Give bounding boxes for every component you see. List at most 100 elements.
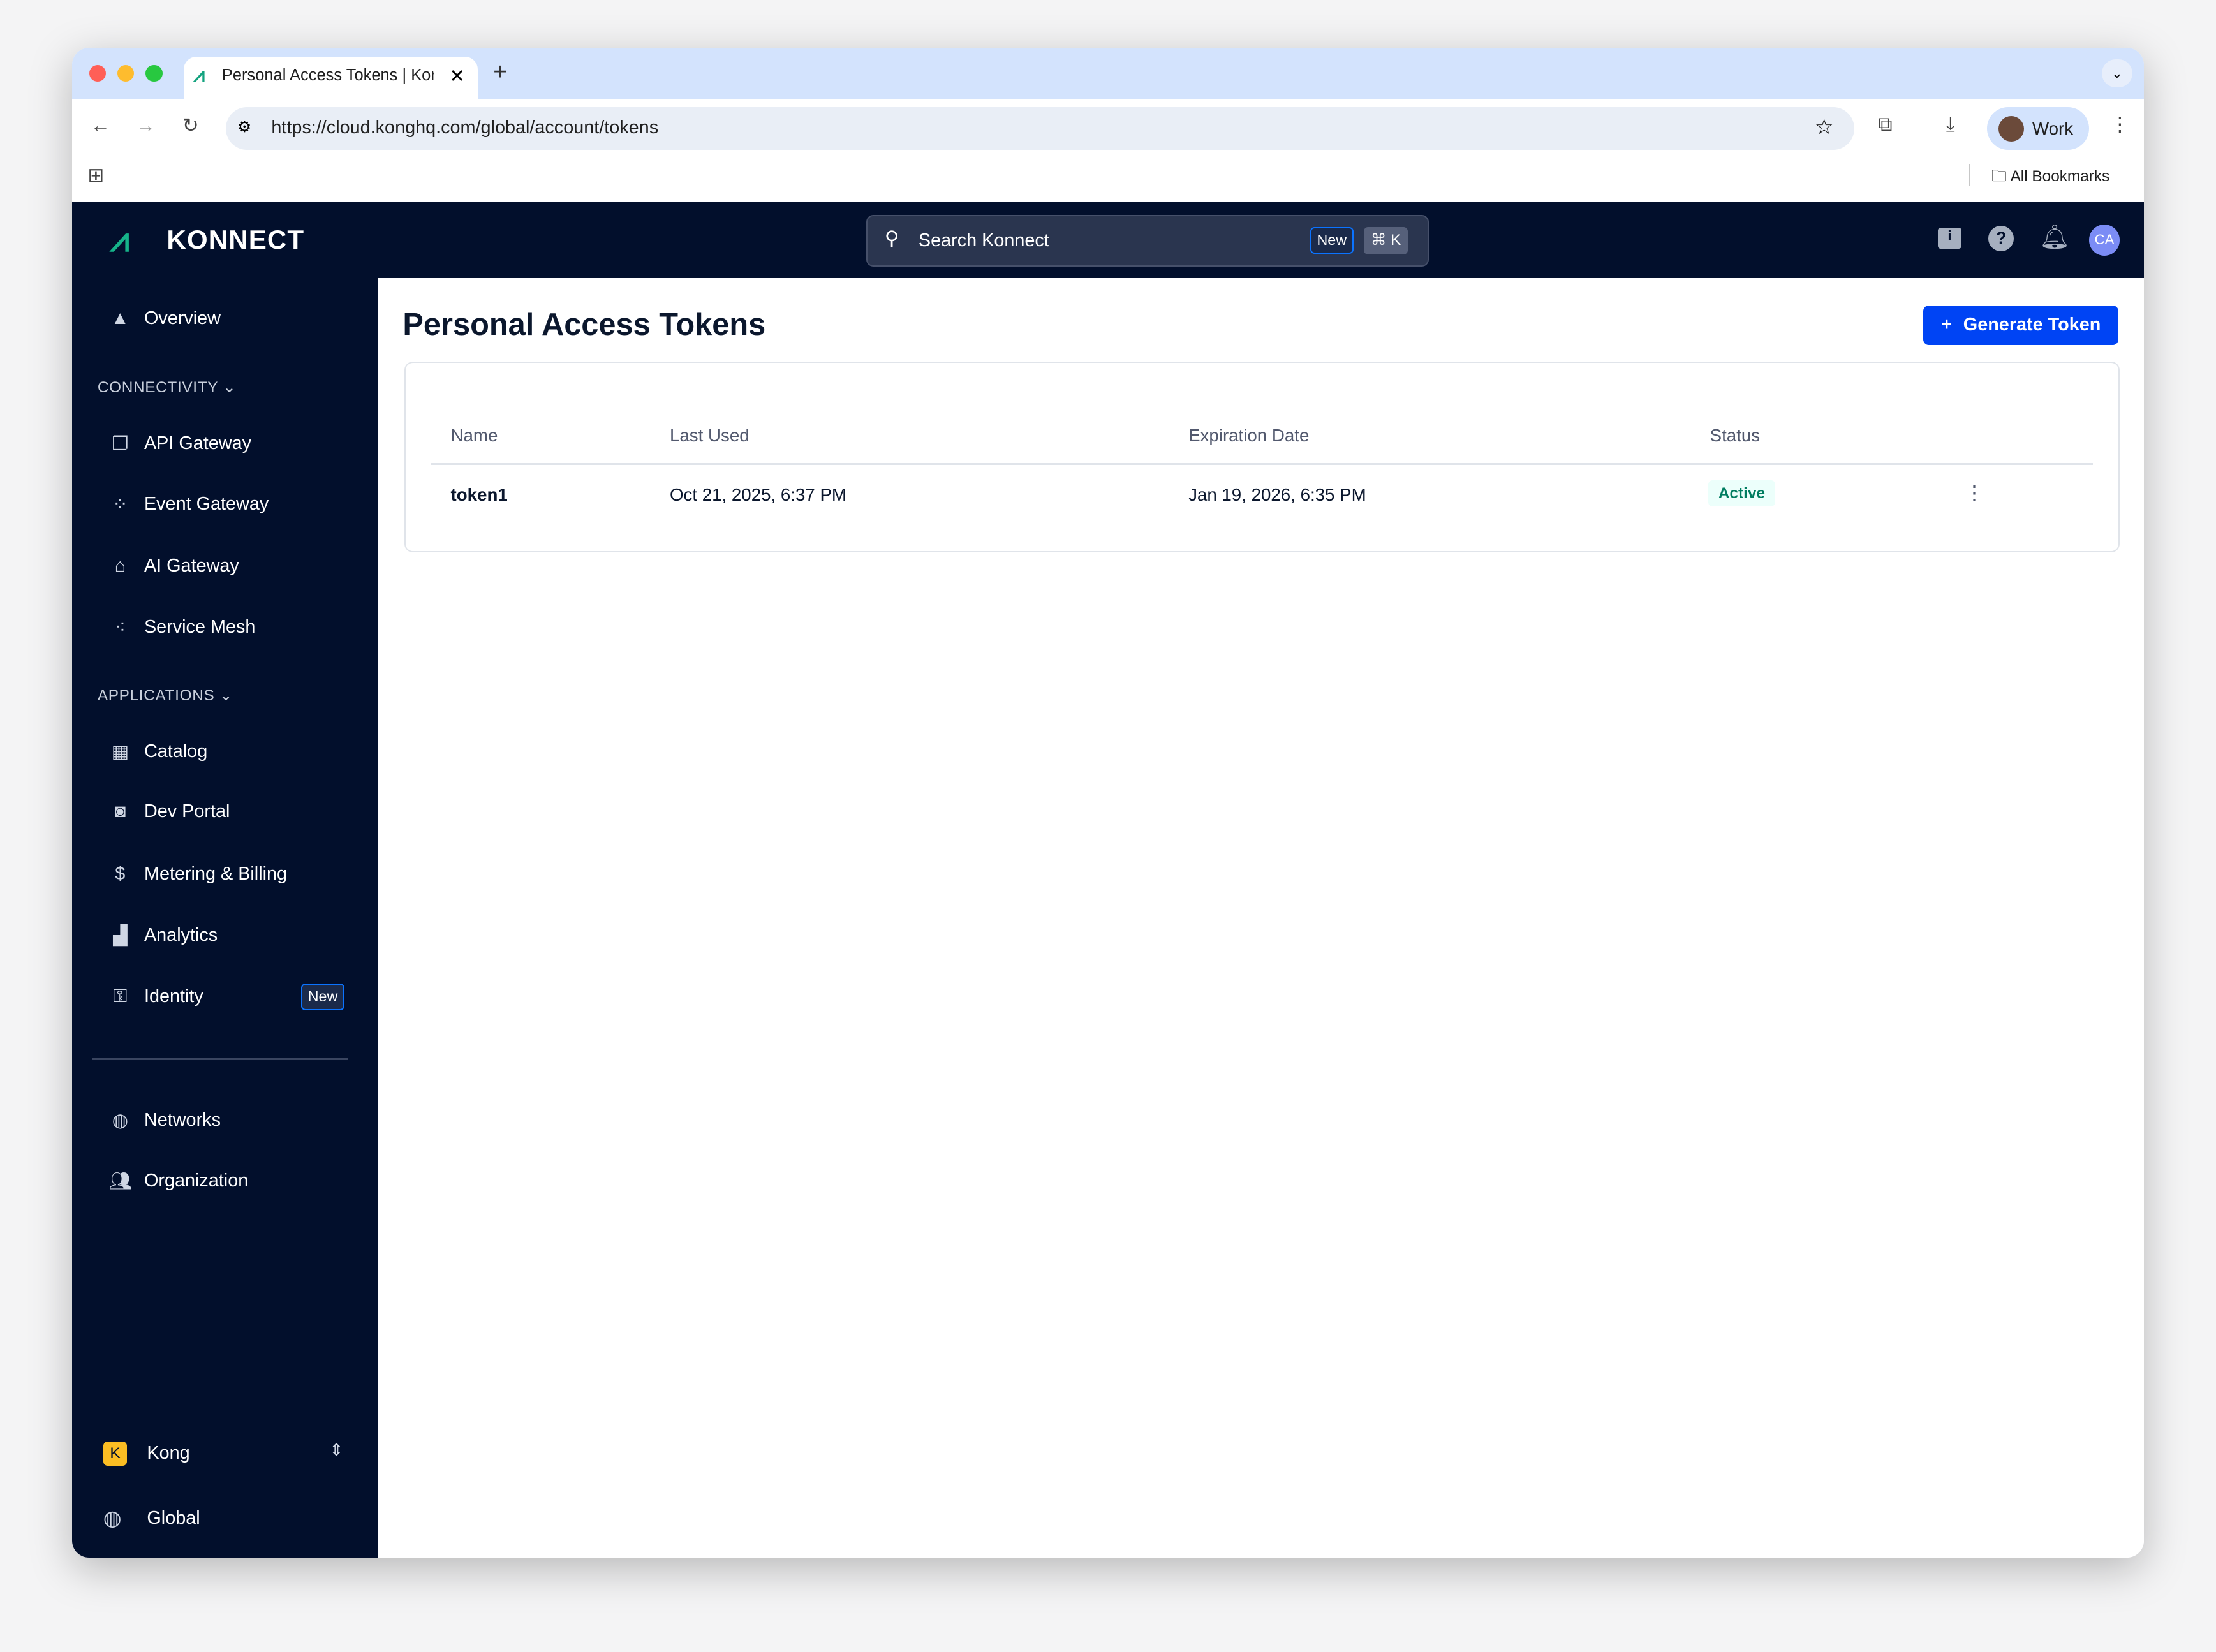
- section-label: APPLICATIONS: [97, 686, 215, 704]
- tab-bar: ⩘ Personal Access Tokens | Kon ✕ + ⌄: [71, 48, 2145, 100]
- sidebar-item-label: API Gateway: [144, 432, 252, 454]
- identity-new-badge: New: [300, 984, 345, 1010]
- site-settings-icon[interactable]: ⚙: [237, 117, 251, 136]
- plus-icon: +: [1941, 314, 1953, 336]
- sidebar-item-service-mesh[interactable]: ⁖ Service Mesh: [109, 616, 256, 638]
- browser-tab[interactable]: ⩘ Personal Access Tokens | Kon ✕: [184, 56, 478, 100]
- generate-token-button[interactable]: + Generate Token: [1923, 305, 2119, 345]
- konnect-logo[interactable]: KONNECT: [166, 225, 304, 255]
- chevron-down-icon: ⌄: [219, 686, 233, 704]
- address-bar[interactable]: ⚙ https://cloud.konghq.com/global/accoun…: [226, 107, 1854, 150]
- dollar-icon: $: [115, 863, 126, 884]
- sidebar-item-event-gateway[interactable]: ⁘ Event Gateway: [109, 493, 269, 515]
- column-header-last-used: Last Used: [669, 425, 750, 445]
- browser-toolbar: ← → ↻ ⚙ https://cloud.konghq.com/global/…: [71, 99, 2145, 153]
- mesh-icon: ⁖: [114, 617, 126, 638]
- sidebar-divider: [92, 1058, 348, 1060]
- sidebar-item-label: AI Gateway: [144, 555, 239, 576]
- token-last-used: Oct 21, 2025, 6:37 PM: [669, 484, 846, 505]
- users-icon: 👥︎: [108, 1170, 133, 1191]
- sidebar-item-ai-gateway[interactable]: ⌂ AI Gateway: [109, 556, 239, 577]
- sidebar-item-label: Identity: [144, 986, 203, 1007]
- back-icon[interactable]: ←: [91, 114, 110, 137]
- sidebar-item-overview[interactable]: ▲ Overview: [109, 308, 221, 329]
- minimize-window-button[interactable]: [117, 64, 135, 82]
- bookmark-star-icon[interactable]: ☆: [1815, 114, 1834, 140]
- token-name: token1: [450, 484, 508, 505]
- sidebar-item-label: Dev Portal: [144, 801, 230, 822]
- robot-icon: ⌂: [114, 555, 126, 576]
- sidebar-item-metering-billing[interactable]: $ Metering & Billing: [109, 864, 287, 885]
- sidebar-item-label: Overview: [144, 307, 221, 328]
- bell-icon[interactable]: 🔔︎: [2039, 223, 2070, 251]
- bar-chart-icon: ▟: [113, 925, 128, 946]
- close-tab-icon[interactable]: ✕: [450, 65, 465, 87]
- key-icon: ⚿: [113, 986, 128, 1007]
- profile-avatar: [1998, 115, 2024, 142]
- status-badge: Active: [1708, 480, 1775, 507]
- org-icon: K: [103, 1441, 128, 1466]
- section-label: CONNECTIVITY: [97, 378, 218, 396]
- kebab-menu-icon[interactable]: ⋮: [1964, 482, 1984, 505]
- folder-icon: 🗀: [1991, 168, 2011, 186]
- column-header-name: Name: [450, 425, 498, 445]
- sidebar-item-label: Metering & Billing: [144, 863, 288, 884]
- close-window-button[interactable]: [89, 64, 107, 82]
- applications-section-toggle[interactable]: APPLICATIONS ⌄: [98, 686, 233, 705]
- apps-grid-icon[interactable]: ⊞: [87, 164, 104, 187]
- sidebar-item-label: Networks: [144, 1110, 221, 1131]
- tokens-table: Name Last Used Expiration Date Status to…: [404, 362, 2120, 552]
- download-icon[interactable]: ⤓: [1946, 113, 1955, 136]
- column-header-expiration: Expiration Date: [1188, 425, 1310, 445]
- maximize-window-button[interactable]: [145, 64, 163, 82]
- extensions-icon[interactable]: ⧉: [1879, 113, 1893, 136]
- region-switcher[interactable]: ◍ Global: [100, 1505, 348, 1533]
- sidebar-item-catalog[interactable]: ▦ Catalog: [109, 741, 208, 763]
- sidebar-item-label: Service Mesh: [144, 616, 256, 637]
- search-input[interactable]: ⚲ Search Konnect New ⌘ K: [866, 214, 1429, 267]
- konnect-logo-icon: ⩘: [110, 221, 129, 259]
- all-bookmarks[interactable]: 🗀 All Bookmarks: [1991, 165, 2109, 191]
- user-avatar[interactable]: CA: [2088, 225, 2120, 256]
- button-label: Generate Token: [1963, 314, 2101, 336]
- table-row[interactable]: token1 Oct 21, 2025, 6:37 PM Jan 19, 202…: [406, 465, 2118, 527]
- dev-portal-icon: ◙: [114, 801, 126, 822]
- bookmarks-bar: ⊞ 🗀 All Bookmarks: [71, 152, 2145, 203]
- sidebar-item-label: Catalog: [144, 741, 208, 762]
- sidebar-item-analytics[interactable]: ▟ Analytics: [109, 924, 218, 947]
- sidebar-item-identity[interactable]: ⚿ Identity: [109, 986, 203, 1007]
- help-icon[interactable]: ?: [1988, 226, 2014, 252]
- tab-search-icon[interactable]: ⌄: [2101, 59, 2133, 88]
- sidebar: ▲ Overview CONNECTIVITY ⌄ ❐ API Gateway ⁘ E…: [71, 278, 378, 1558]
- connectivity-section-toggle[interactable]: CONNECTIVITY ⌄: [98, 378, 236, 397]
- divider: [1969, 164, 1970, 187]
- app-header: ⩘ KONNECT ⚲ Search Konnect New ⌘ K i ? 🔔…: [71, 202, 2145, 279]
- sidebar-item-networks[interactable]: ◍ Networks: [109, 1109, 221, 1132]
- reload-icon[interactable]: ↻: [182, 114, 199, 137]
- search-icon: ⚲: [884, 227, 899, 250]
- browser-window: ⩘ Personal Access Tokens | Kon ✕ + ⌄ ← →…: [71, 48, 2145, 1558]
- event-gateway-icon: ⁘: [112, 494, 128, 515]
- profile-button[interactable]: Work: [1987, 107, 2089, 150]
- sidebar-item-api-gateway[interactable]: ❐ API Gateway: [109, 432, 251, 455]
- tab-title: Personal Access Tokens | Kon: [221, 66, 434, 85]
- new-badge: New: [1310, 227, 1354, 254]
- info-chat-icon[interactable]: i: [1937, 227, 1962, 249]
- catalog-icon: ▦: [111, 741, 129, 762]
- new-tab-icon[interactable]: +: [493, 58, 507, 85]
- overview-icon: ▲: [111, 307, 129, 328]
- all-bookmarks-label: All Bookmarks: [2010, 168, 2110, 186]
- browser-menu-icon[interactable]: ⋮: [2110, 113, 2130, 136]
- org-name: Kong: [147, 1443, 190, 1464]
- chevron-down-icon: ⌄: [223, 378, 237, 396]
- sidebar-item-dev-portal[interactable]: ◙ Dev Portal: [109, 801, 230, 822]
- profile-name: Work: [2032, 119, 2074, 139]
- forward-icon[interactable]: →: [136, 114, 156, 137]
- sidebar-item-organization[interactable]: 👥︎ Organization: [109, 1170, 249, 1192]
- main-content: Personal Access Tokens + Generate Token N…: [377, 278, 2145, 1558]
- org-switcher[interactable]: K Kong ⇕: [100, 1440, 348, 1468]
- kong-favicon-icon: ⩘: [193, 63, 205, 86]
- column-header-status: Status: [1710, 425, 1761, 445]
- sidebar-item-label: Organization: [144, 1170, 249, 1191]
- chevron-up-down-icon: ⇕: [329, 1440, 344, 1459]
